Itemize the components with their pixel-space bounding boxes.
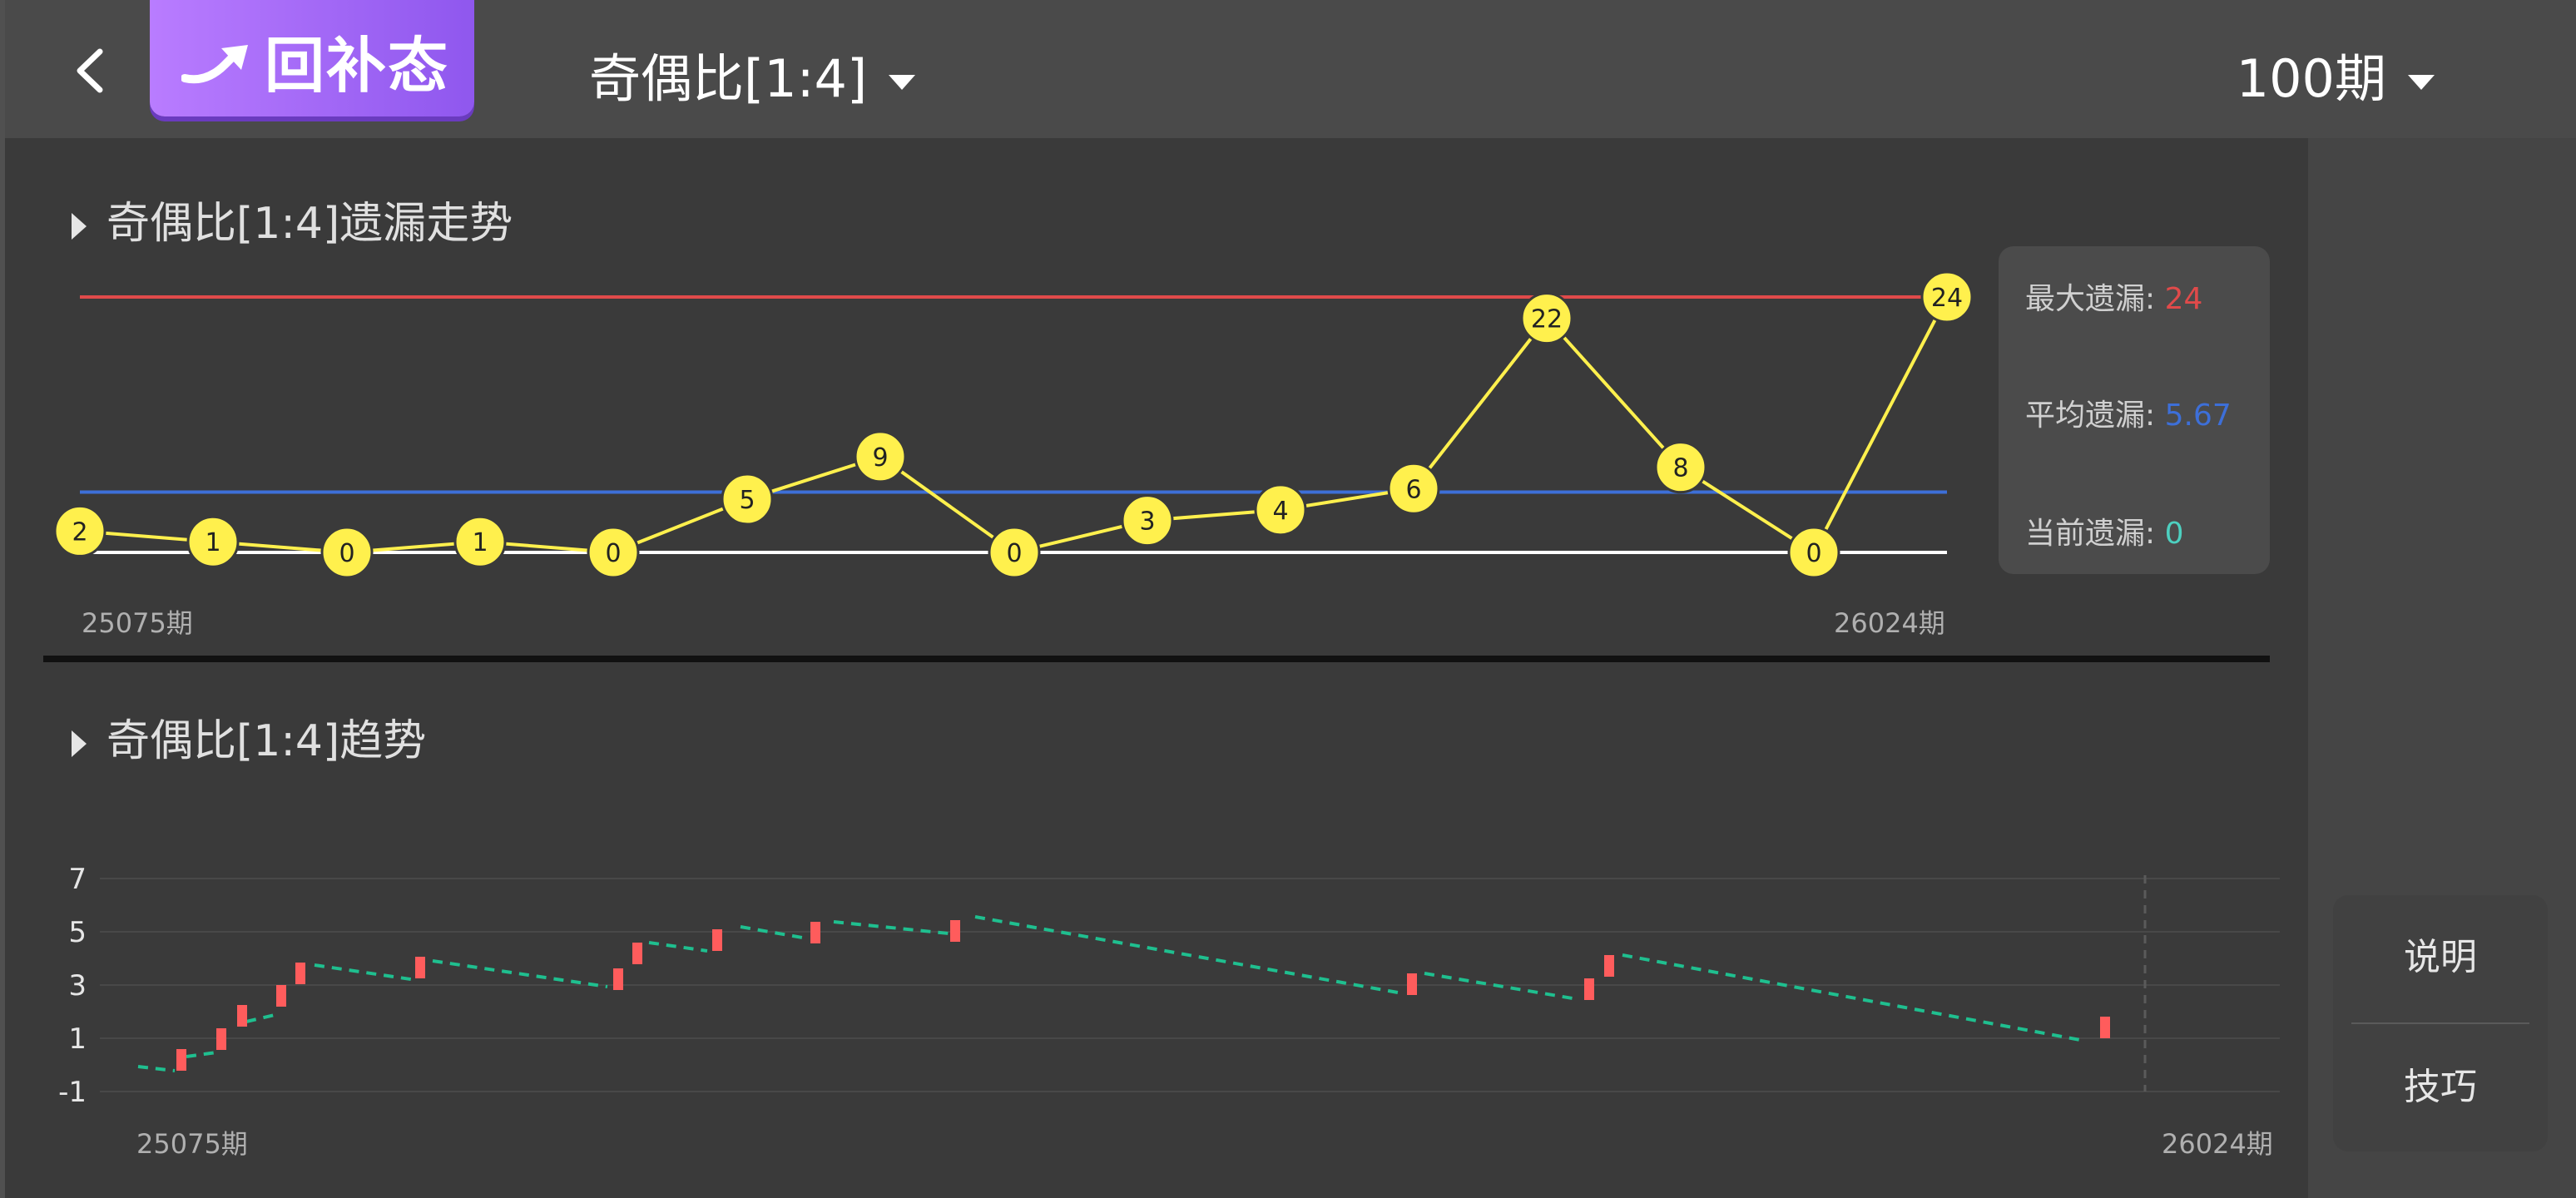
omission-series-line [79,296,1949,555]
trend-dashed-segment [245,1013,275,1023]
trend-candle [1584,978,1594,1000]
trend-dashed-segment [1622,953,2081,1042]
omission-x-start-label: 25075期 [82,607,193,639]
omission-data-label: 1 [472,528,488,557]
max-omission-label: 最大遗漏: [2025,282,2156,316]
avg-omission-value: 5.67 [2164,399,2232,433]
triangle-right-icon [72,730,87,757]
omission-data-label: 4 [1272,497,1288,526]
period-dropdown-label: 100期 [2236,48,2386,109]
trend-dashed-segment [137,1065,176,1072]
omission-data-label: 0 [339,539,354,568]
omission-x-end-label: 26024期 [1834,607,1945,639]
trend-y-tick-label: 3 [68,969,87,1002]
trend-candle [712,929,722,951]
omission-data-label: 22 [1531,305,1563,334]
trend-candle [2100,1017,2110,1038]
trend-candle [632,943,642,964]
omission-data-label: 0 [605,539,621,568]
trend-candle [237,1005,247,1027]
trend-candle [810,922,820,943]
omission-data-label: 0 [1806,539,1821,568]
current-omission-value: 0 [2164,517,2184,551]
trend-x-start-label: 25075期 [136,1128,248,1160]
max-omission-row: 最大遗漏: 24 [2025,275,2202,318]
trend-dashed-segment [314,963,417,982]
trend-candle [950,920,960,942]
avg-omission-label: 平均遗漏: [2025,399,2156,433]
trend-candle [1604,955,1614,977]
omission-data-label: 5 [739,486,755,515]
period-dropdown[interactable]: 100期 [2237,37,2435,111]
trend-candle [276,985,286,1007]
trend-y-tick-label: 5 [68,916,87,949]
omission-data-label: 24 [1931,284,1963,313]
max-omission-value: 24 [2164,282,2203,316]
trend-candle [1407,973,1417,995]
side-button-group: 说明 技巧 [2333,895,2548,1151]
trend-y-tick-label: 7 [68,863,87,896]
trend-y-tick-label: -1 [58,1076,87,1109]
current-omission-row: 当前遗漏: 0 [2025,509,2184,552]
omission-data-label: 8 [1672,454,1688,483]
section-divider [43,656,2270,662]
trend-candle [295,963,305,984]
trend-section-header[interactable]: 奇偶比[1:4]趋势 [72,705,426,768]
trend-dashed-segment [974,915,1399,994]
tips-button[interactable]: 技巧 [2333,1025,2548,1150]
omission-data-label: 6 [1405,475,1421,504]
trend-section-title: 奇偶比[1:4]趋势 [107,716,427,766]
trend-candle [613,968,623,990]
omission-line-chart: 2 1 0 1 0 5 9 0 3 4 6 22 8 0 24 [53,270,1974,579]
omission-data-label: 2 [72,517,87,547]
trend-dashed-segment [186,1051,217,1058]
omission-data-label: 0 [1006,539,1022,568]
current-omission-label: 当前遗漏: [2025,517,2156,551]
omission-data-label: 3 [1139,507,1155,537]
trend-chart: 7 5 3 1 -1 [58,863,2280,1109]
caret-down-icon [2408,74,2435,90]
trend-dashed-segment [648,941,708,953]
omission-data-label: 1 [205,528,220,557]
trend-y-tick-label: 1 [68,1022,87,1056]
trend-x-end-label: 26024期 [2162,1128,2273,1160]
trend-candle [176,1049,186,1071]
avg-omission-row: 平均遗漏: 5.67 [2025,391,2232,434]
trend-dashed-segment [432,959,608,988]
explain-button[interactable]: 说明 [2333,895,2548,1020]
omission-data-label: 9 [872,443,888,473]
omission-stats-panel: 最大遗漏: 24 平均遗漏: 5.67 当前遗漏: 0 [1999,246,2270,574]
trend-candle [216,1028,226,1050]
side-button-separator [2351,1022,2529,1024]
trend-candle [415,957,425,978]
